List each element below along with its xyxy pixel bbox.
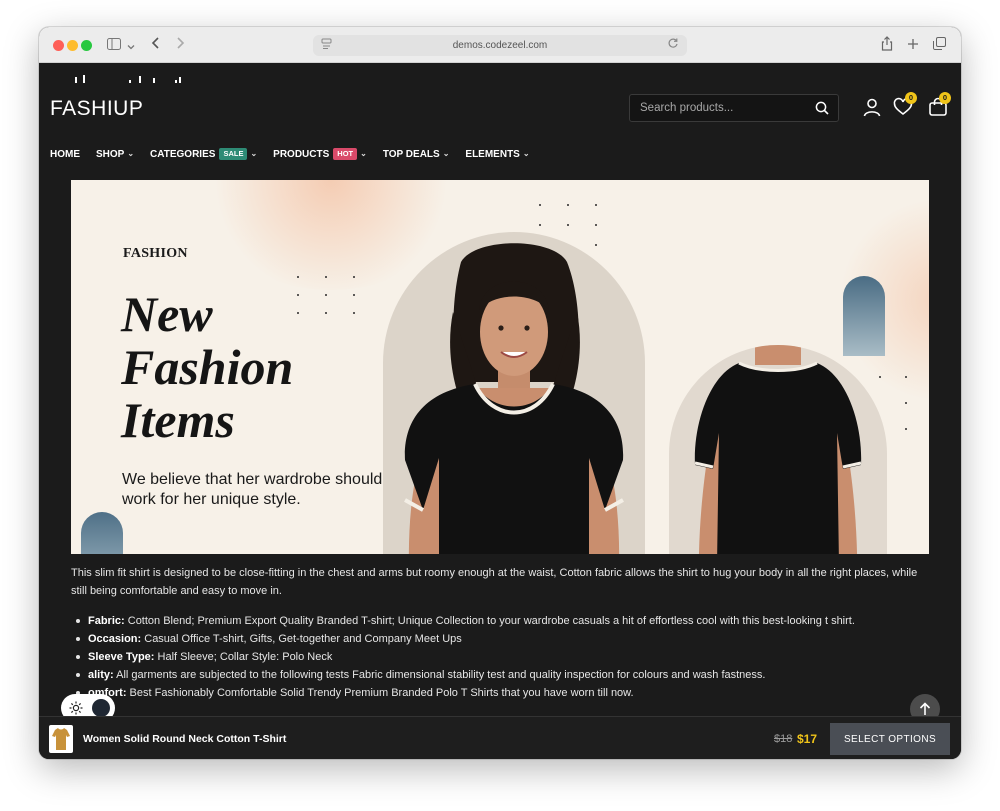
close-window-button[interactable] bbox=[53, 40, 64, 51]
decorative-marks bbox=[75, 75, 185, 83]
sun-icon bbox=[69, 701, 83, 715]
toggle-knob bbox=[92, 699, 110, 717]
sticky-add-to-cart-bar: Women Solid Round Neck Cotton T-Shirt $1… bbox=[39, 716, 961, 759]
nav-home[interactable]: HOME bbox=[50, 149, 80, 160]
chevron-down-icon: ⌄ bbox=[127, 148, 135, 158]
list-item: Fabric: Cotton Blend; Premium Export Qua… bbox=[76, 612, 928, 630]
hero-banner[interactable]: FASHION New Fashion Items We believe tha… bbox=[71, 180, 929, 554]
reload-icon[interactable] bbox=[667, 37, 679, 52]
search-box bbox=[629, 94, 839, 122]
product-description: This slim fit shirt is designed to be cl… bbox=[71, 567, 918, 597]
cart-count-badge: 0 bbox=[939, 92, 951, 104]
chevron-down-icon: ⌄ bbox=[522, 148, 530, 158]
sidebar-icon[interactable] bbox=[107, 36, 121, 54]
nav-products[interactable]: PRODUCTS HOT ⌄ bbox=[273, 148, 367, 160]
nav-top-deals[interactable]: TOP DEALS ⌄ bbox=[383, 149, 450, 160]
cart-button[interactable]: 0 bbox=[928, 92, 951, 117]
chevron-down-icon: ⌄ bbox=[360, 148, 367, 158]
wishlist-button[interactable]: 0 bbox=[893, 92, 917, 117]
url-text: demos.codezeel.com bbox=[452, 40, 548, 51]
list-item: omfort: Best Fashionably Comfortable Sol… bbox=[76, 684, 928, 702]
nav-shop[interactable]: SHOP ⌄ bbox=[96, 149, 134, 160]
website: FASHIUP 0 0 HOME SHOP ⌄ CATEGORIES SALE bbox=[39, 63, 961, 759]
account-icon[interactable] bbox=[862, 97, 882, 117]
banner-subtitle: We believe that her wardrobe should work… bbox=[122, 471, 383, 508]
wishlist-count-badge: 0 bbox=[905, 92, 917, 104]
decorative-arch bbox=[81, 512, 123, 554]
model-back-image bbox=[669, 345, 887, 554]
chevron-down-icon: ⌄ bbox=[442, 148, 450, 158]
old-price: $18 bbox=[774, 733, 793, 745]
product-thumbnail[interactable] bbox=[49, 725, 73, 753]
feature-list: Fabric: Cotton Blend; Premium Export Qua… bbox=[76, 612, 928, 702]
search-icon[interactable] bbox=[815, 101, 829, 115]
browser-toolbar: demos.codezeel.com bbox=[39, 27, 961, 63]
model-front-image bbox=[383, 232, 645, 554]
hot-tag: HOT bbox=[333, 148, 358, 160]
list-item: ality: All garments are subjected to the… bbox=[76, 666, 928, 684]
sale-tag: SALE bbox=[219, 148, 248, 160]
decorative-arch bbox=[843, 276, 885, 356]
tabs-icon[interactable] bbox=[933, 36, 946, 54]
back-icon[interactable] bbox=[151, 36, 161, 54]
site-logo[interactable]: FASHIUP bbox=[50, 97, 143, 121]
sale-price: $17 bbox=[797, 732, 818, 746]
new-tab-icon[interactable] bbox=[907, 36, 919, 54]
banner-title: New Fashion Items bbox=[121, 286, 294, 448]
zoom-window-button[interactable] bbox=[81, 40, 92, 51]
list-item: Occasion: Casual Office T-shirt, Gifts, … bbox=[76, 630, 928, 648]
nav-elements[interactable]: ELEMENTS ⌄ bbox=[465, 149, 529, 160]
chevron-down-icon: ⌄ bbox=[250, 148, 258, 158]
share-icon[interactable] bbox=[881, 36, 893, 55]
forward-icon[interactable] bbox=[175, 36, 185, 54]
chevron-down-icon[interactable] bbox=[127, 37, 135, 55]
browser-window: demos.codezeel.com FASHIUP Search produc… bbox=[39, 27, 961, 759]
main-nav: HOME SHOP ⌄ CATEGORIES SALE ⌄ PRODUCTS H… bbox=[50, 147, 546, 161]
address-bar[interactable]: demos.codezeel.com bbox=[313, 35, 687, 56]
minimize-window-button[interactable] bbox=[67, 40, 78, 51]
search-input[interactable] bbox=[630, 95, 810, 121]
select-options-button[interactable]: SELECT OPTIONS bbox=[830, 723, 950, 755]
list-item: Sleeve Type: Half Sleeve; Collar Style: … bbox=[76, 648, 928, 666]
arrow-up-icon bbox=[919, 702, 931, 715]
nav-categories[interactable]: CATEGORIES SALE ⌄ bbox=[150, 148, 257, 160]
sticky-product-name: Women Solid Round Neck Cotton T-Shirt bbox=[83, 733, 287, 745]
banner-kicker: FASHION bbox=[123, 246, 188, 261]
